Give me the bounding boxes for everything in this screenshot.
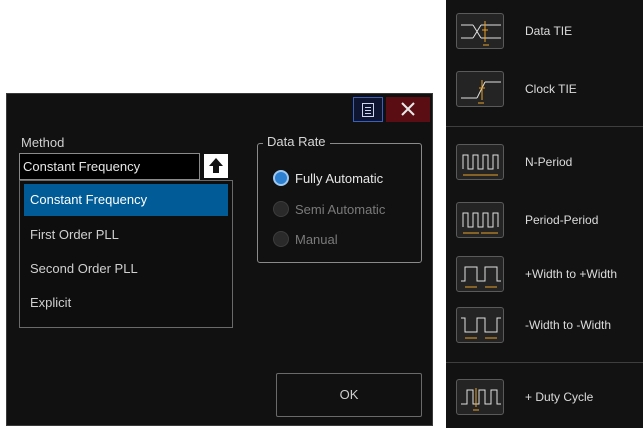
radio-indicator [273, 231, 289, 247]
n-period-icon [456, 144, 504, 180]
measure-duty-cycle[interactable]: + Duty Cycle [446, 368, 643, 426]
period-period-icon [456, 202, 504, 238]
measure-clock-tie[interactable]: Clock TIE [446, 60, 643, 118]
menu-button[interactable] [353, 97, 383, 122]
measurement-panel: Data TIE Clock TIE N-Period Period-Perio… [446, 0, 643, 428]
method-option-second-order-pll[interactable]: Second Order PLL [24, 253, 228, 285]
method-option-explicit[interactable]: Explicit [24, 287, 228, 319]
measure-data-tie[interactable]: Data TIE [446, 2, 643, 60]
radio-indicator [273, 170, 289, 186]
radio-manual[interactable]: Manual [273, 229, 338, 249]
radio-label: Semi Automatic [295, 201, 386, 217]
radio-label: Manual [295, 231, 338, 247]
measure-label: Data TIE [525, 24, 573, 38]
measure-label: -Width to -Width [525, 318, 612, 332]
measure-neg-width[interactable]: -Width to -Width [446, 296, 643, 354]
radio-indicator [273, 201, 289, 217]
panel-divider [446, 362, 643, 363]
pos-width-icon [456, 256, 504, 292]
neg-width-icon [456, 307, 504, 343]
close-button[interactable] [386, 97, 430, 122]
clock-tie-icon [456, 71, 504, 107]
arrow-up-icon [209, 158, 223, 173]
data-tie-icon [456, 13, 504, 49]
radio-fully-automatic[interactable]: Fully Automatic [273, 168, 383, 188]
measure-label: Period-Period [525, 213, 599, 227]
measure-label: + Duty Cycle [525, 390, 594, 404]
radio-semi-automatic[interactable]: Semi Automatic [273, 199, 385, 219]
measure-label: N-Period [525, 155, 573, 169]
measure-pos-width[interactable]: +Width to +Width [446, 245, 643, 303]
method-option-constant-frequency[interactable]: Constant Frequency [24, 184, 228, 216]
jitter-setup-dialog: Method Constant Frequency Constant Frequ… [6, 93, 433, 426]
method-label: Method [21, 135, 65, 150]
close-icon [401, 102, 415, 116]
duty-cycle-icon [456, 379, 504, 415]
panel-divider [446, 126, 643, 127]
radio-label: Fully Automatic [295, 170, 384, 186]
method-options-list: Constant Frequency First Order PLL Secon… [19, 180, 233, 328]
method-dropdown-toggle[interactable] [204, 154, 228, 178]
measure-n-period[interactable]: N-Period [446, 133, 643, 191]
measure-label: +Width to +Width [525, 267, 618, 281]
method-dropdown[interactable]: Constant Frequency [19, 153, 200, 180]
ok-button[interactable]: OK [276, 373, 422, 417]
method-option-first-order-pll[interactable]: First Order PLL [24, 219, 228, 251]
measure-period-period[interactable]: Period-Period [446, 191, 643, 249]
list-icon [362, 103, 374, 117]
data-rate-title: Data Rate [263, 134, 330, 149]
measure-label: Clock TIE [525, 82, 577, 96]
